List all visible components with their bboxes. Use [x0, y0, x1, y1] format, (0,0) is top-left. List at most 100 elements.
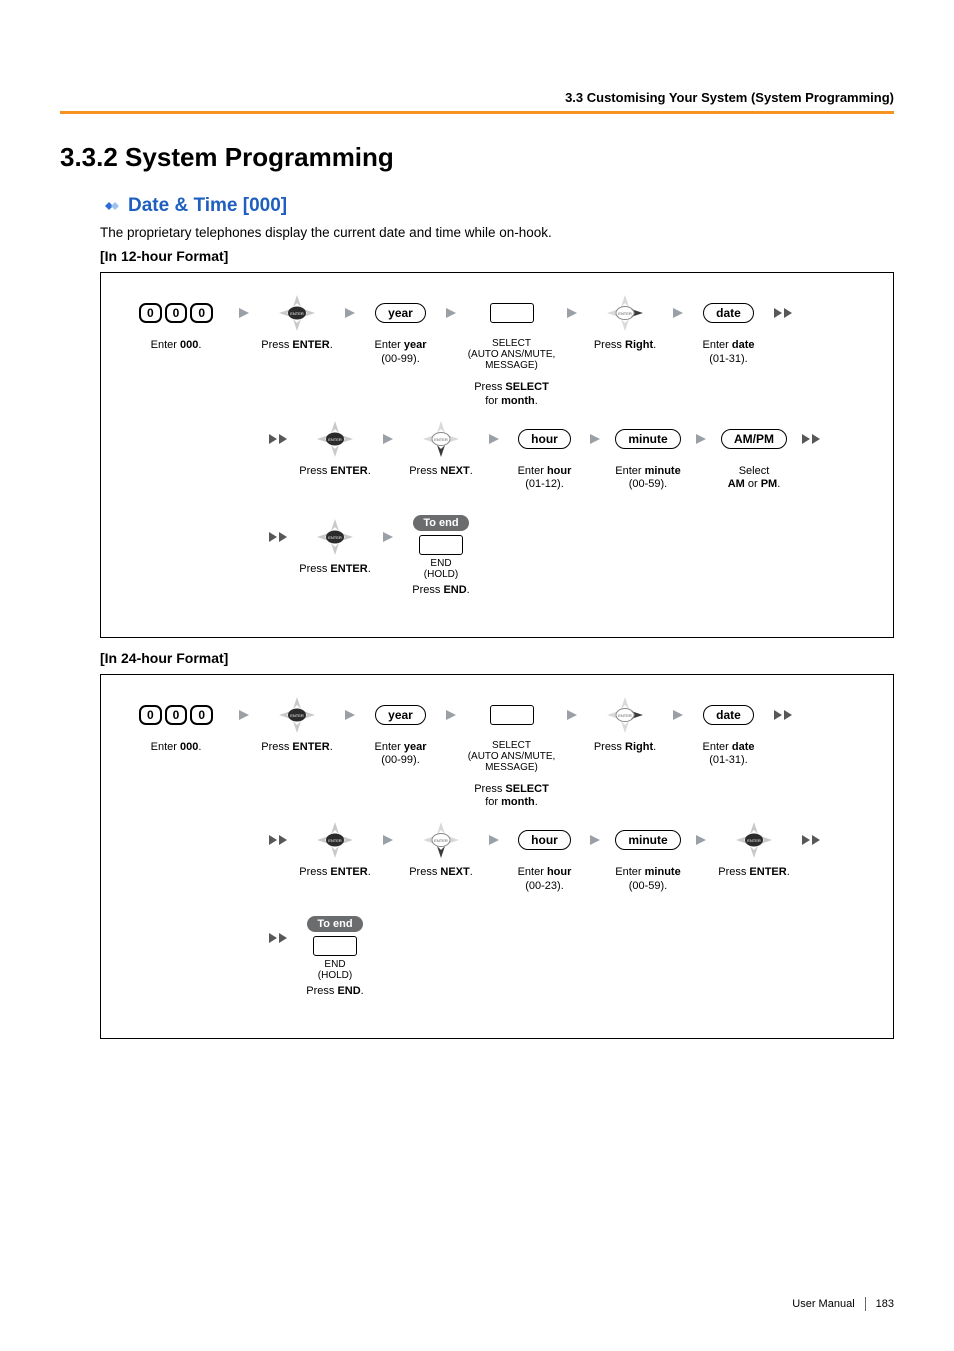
- svg-text:ENTER: ENTER: [328, 535, 342, 540]
- right-button-icon: ENTER: [605, 693, 645, 737]
- diamond-icon: [100, 198, 122, 214]
- arrow-icon: [559, 693, 585, 737]
- field-ampm: AM/PM: [721, 429, 787, 449]
- enter-button-icon: ENTER: [734, 818, 774, 862]
- continue-icon: [794, 417, 828, 461]
- arrow-icon: [665, 291, 691, 335]
- arrow-icon: [231, 291, 257, 335]
- field-minute: minute: [615, 429, 680, 449]
- next-button-icon: ENTER: [421, 818, 461, 862]
- arrow-icon: [337, 693, 363, 737]
- select-label: SELECT(AUTO ANS/MUTE,MESSAGE): [468, 338, 556, 371]
- key-0: 0: [139, 705, 162, 725]
- arrow-icon: [438, 291, 464, 335]
- field-hour: hour: [518, 429, 571, 449]
- arrow-icon: [688, 818, 714, 862]
- arrow-icon: [375, 515, 401, 559]
- arrow-icon: [481, 417, 507, 461]
- field-hour: hour: [518, 830, 571, 850]
- caption-enter-hour24: Enter hour(00-23).: [518, 866, 572, 894]
- continue-icon: [794, 818, 828, 862]
- caption-enter000: Enter 000.: [151, 741, 202, 755]
- key-0: 0: [190, 303, 213, 323]
- sub-heading: Date & Time [000]: [128, 195, 287, 217]
- to-end-pill: To end: [307, 916, 362, 932]
- caption-press-right: Press Right.: [594, 741, 656, 755]
- caption-enter-minute: Enter minute(00-59).: [615, 866, 680, 894]
- to-end-pill: To end: [413, 515, 468, 531]
- caption-enter-year: Enter year(00-99).: [375, 339, 427, 367]
- svg-text:ENTER: ENTER: [434, 838, 448, 843]
- svg-text:ENTER: ENTER: [434, 437, 448, 442]
- footer-page-number: 183: [876, 1298, 894, 1310]
- intro-text: The proprietary telephones display the c…: [100, 225, 894, 240]
- svg-text:ENTER: ENTER: [618, 311, 632, 316]
- arrow-icon: [375, 417, 401, 461]
- caption-press-end: Press END.: [412, 584, 469, 598]
- continue-icon: [261, 417, 295, 461]
- key-0: 0: [139, 303, 162, 323]
- svg-text:ENTER: ENTER: [328, 838, 342, 843]
- caption-enter-year: Enter year(00-99).: [375, 741, 427, 769]
- caption-press-enter: Press ENTER.: [718, 866, 790, 880]
- field-date: date: [703, 705, 754, 725]
- end-button-icon: [419, 535, 463, 555]
- enter-button-icon: ENTER: [277, 693, 317, 737]
- format-24-label: [In 24-hour Format]: [100, 650, 894, 666]
- continue-icon: [766, 693, 800, 737]
- caption-enter-date: Enter date(01-31).: [703, 339, 755, 367]
- svg-text:ENTER: ENTER: [747, 838, 761, 843]
- running-header: 3.3 Customising Your System (System Prog…: [60, 90, 894, 114]
- field-minute: minute: [615, 830, 680, 850]
- field-year: year: [375, 303, 426, 323]
- caption-enter000: Enter 000.: [151, 339, 202, 353]
- page-footer: User Manual 183: [792, 1297, 894, 1311]
- arrow-icon: [231, 693, 257, 737]
- caption-select-ampm: SelectAM or PM.: [728, 465, 781, 493]
- end-label: END(HOLD): [318, 959, 352, 981]
- svg-text:ENTER: ENTER: [290, 311, 304, 316]
- arrow-icon: [559, 291, 585, 335]
- caption-press-enter: Press ENTER.: [261, 339, 333, 353]
- svg-text:ENTER: ENTER: [618, 713, 632, 718]
- keypad-000: 0 0 0: [139, 705, 213, 725]
- select-label: SELECT(AUTO ANS/MUTE,MESSAGE): [468, 740, 556, 773]
- caption-press-enter: Press ENTER.: [261, 741, 333, 755]
- select-button-icon: [490, 303, 534, 323]
- continue-icon: [261, 818, 295, 862]
- end-button-icon: [313, 936, 357, 956]
- select-button-icon: [490, 705, 534, 725]
- svg-text:ENTER: ENTER: [328, 437, 342, 442]
- enter-button-icon: ENTER: [277, 291, 317, 335]
- arrow-icon: [582, 417, 608, 461]
- arrow-icon: [665, 693, 691, 737]
- continue-icon: [766, 291, 800, 335]
- caption-press-enter: Press ENTER.: [299, 866, 371, 880]
- svg-text:ENTER: ENTER: [290, 713, 304, 718]
- arrow-icon: [438, 693, 464, 737]
- key-0: 0: [165, 303, 188, 323]
- caption-press-end: Press END.: [306, 985, 363, 999]
- enter-button-icon: ENTER: [315, 417, 355, 461]
- field-year: year: [375, 705, 426, 725]
- end-label: END(HOLD): [424, 558, 458, 580]
- enter-button-icon: ENTER: [315, 818, 355, 862]
- caption-enter-minute: Enter minute(00-59).: [615, 465, 680, 493]
- caption-press-enter: Press ENTER.: [299, 563, 371, 577]
- arrow-icon: [481, 818, 507, 862]
- arrow-icon: [688, 417, 714, 461]
- next-button-icon: ENTER: [421, 417, 461, 461]
- continue-icon: [261, 916, 295, 960]
- key-0: 0: [190, 705, 213, 725]
- footer-separator: [865, 1297, 866, 1311]
- caption-enter-date: Enter date(01-31).: [703, 741, 755, 769]
- flow-12h: 0 0 0 Enter 000.: [100, 272, 894, 638]
- section-title: 3.3.2 System Programming: [60, 142, 894, 173]
- caption-press-right: Press Right.: [594, 339, 656, 353]
- flow-24h: 0 0 0 Enter 000. ENTER: [100, 674, 894, 1040]
- caption-press-next: Press NEXT.: [409, 465, 473, 479]
- field-date: date: [703, 303, 754, 323]
- key-0: 0: [165, 705, 188, 725]
- caption-press-next: Press NEXT.: [409, 866, 473, 880]
- keypad-000: 0 0 0: [139, 303, 213, 323]
